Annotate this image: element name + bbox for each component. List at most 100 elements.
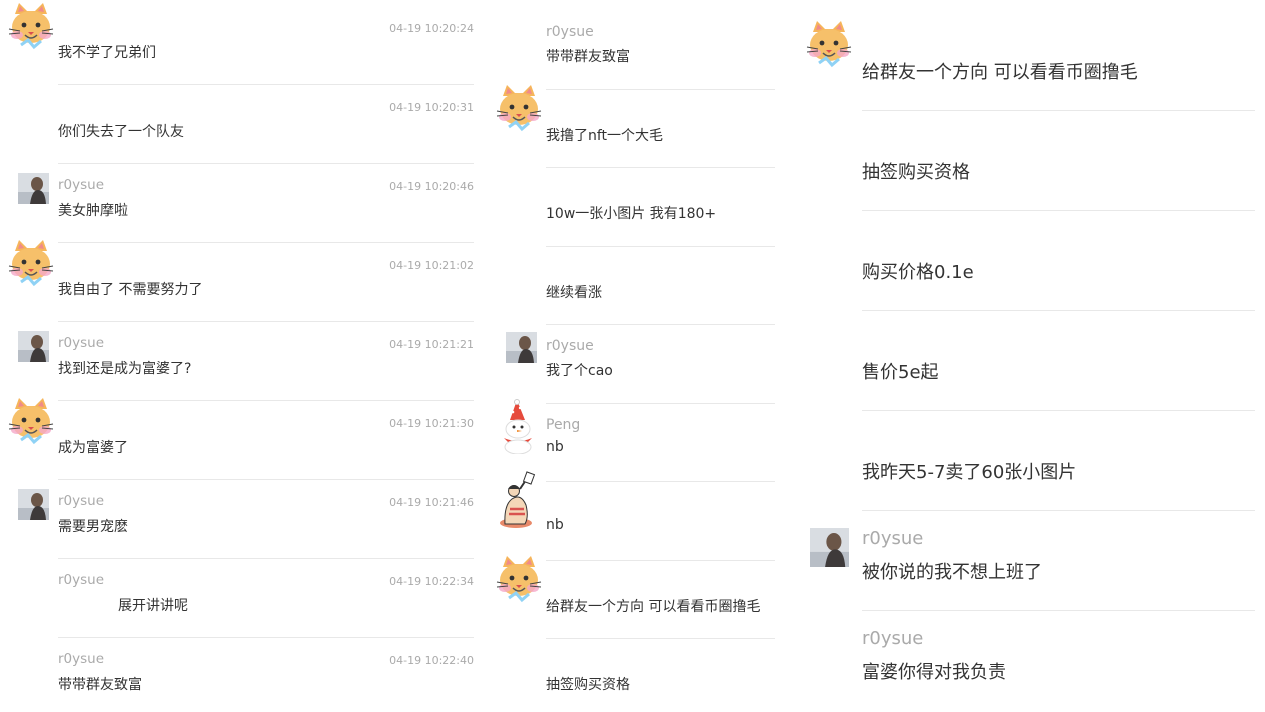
chat-message[interactable]: r0ysue 带带群友致富 <box>490 0 785 79</box>
message-text: 带带群友致富 <box>546 49 630 65</box>
cat-avatar[interactable] <box>6 239 56 289</box>
message-divider <box>862 110 1255 111</box>
sender-name: r0ysue <box>58 335 105 351</box>
message-divider <box>546 481 775 482</box>
message-divider <box>58 163 474 164</box>
chat-message[interactable]: 04-19 10:20:31 你们失去了一个队友 <box>0 81 484 160</box>
message-divider <box>58 558 474 559</box>
message-divider <box>862 510 1255 511</box>
cat-avatar[interactable] <box>6 2 56 52</box>
chat-message[interactable]: r0ysue 04-19 10:22:40 带带群友致富 <box>0 634 484 712</box>
cat-avatar[interactable] <box>494 84 544 134</box>
chat-message[interactable]: 04-19 10:21:30 成为富婆了 <box>0 397 484 476</box>
message-divider <box>546 324 775 325</box>
user-photo-avatar[interactable] <box>18 489 49 520</box>
message-text: 成为富婆了 <box>58 440 128 456</box>
message-text: 带带群友致富 <box>58 677 142 693</box>
message-text: 给群友一个方向 可以看看币圈撸毛 <box>546 598 761 615</box>
chat-message[interactable]: r0ysue 富婆你得对我负责 <box>800 600 1265 700</box>
message-text: 我了个cao <box>546 363 613 379</box>
chat-message[interactable]: 04-19 10:20:24 我不学了兄弟们 <box>0 2 484 81</box>
message-divider <box>58 321 474 322</box>
user-photo-avatar[interactable] <box>18 173 49 204</box>
sender-name: r0ysue <box>58 651 105 667</box>
chat-message[interactable]: r0ysue 04-19 10:21:46 需要男宠麽 <box>0 476 484 555</box>
message-text: 需要男宠麽 <box>58 519 128 535</box>
chat-message[interactable]: 抽签购买资格 <box>490 628 785 707</box>
message-text: 美女肿摩啦 <box>58 203 128 219</box>
user-photo-avatar[interactable] <box>506 332 537 363</box>
message-text: 被你说的我不想上班了 <box>862 562 1042 583</box>
message-divider <box>862 610 1255 611</box>
message-divider <box>546 559 775 561</box>
message-text: nb <box>546 438 564 455</box>
chat-message[interactable]: r0ysue 04-19 10:22:34 展开讲讲呢 <box>0 555 484 634</box>
chat-message[interactable]: r0ysue 我了个cao <box>490 314 785 393</box>
message-text: 售价5e起 <box>862 362 939 383</box>
message-text: 继续看涨 <box>546 284 602 301</box>
message-text: 富婆你得对我负责 <box>862 662 1006 683</box>
chat-message[interactable]: 04-19 10:21:02 我自由了 不需要努力了 <box>0 239 484 318</box>
message-text: nb <box>546 517 564 533</box>
chat-message[interactable]: r0ysue 04-19 10:20:46 美女肿摩啦 <box>0 160 484 239</box>
chat-column-3[interactable]: 给群友一个方向 可以看看币圈撸毛 抽签购买资格 购买价格0.1e 售价5e起我昨天5-… <box>800 0 1265 712</box>
message-timestamp: 04-19 10:20:46 <box>389 180 474 193</box>
cat-avatar[interactable] <box>6 397 56 447</box>
chat-message[interactable]: 给群友一个方向 可以看看币圈撸毛 <box>800 0 1265 100</box>
sender-name: r0ysue <box>862 528 924 549</box>
message-timestamp: 04-19 10:21:02 <box>389 259 474 272</box>
chat-message[interactable]: 10w一张小图片 我有180+ <box>490 157 785 236</box>
message-text: 购买价格0.1e <box>862 262 974 283</box>
chat-message[interactable]: r0ysue 04-19 10:21:21 找到还是成为富婆了? <box>0 318 484 397</box>
chat-message[interactable]: 我昨天5-7卖了60张小图片 <box>800 400 1265 500</box>
message-divider <box>862 310 1255 311</box>
snowman-avatar[interactable] <box>498 398 538 454</box>
message-text: 我自由了 不需要努力了 <box>58 282 203 298</box>
sender-name: r0ysue <box>546 24 594 40</box>
cat-avatar[interactable] <box>804 20 854 70</box>
user-photo-avatar[interactable] <box>18 331 49 362</box>
sender-name: Peng <box>546 416 581 433</box>
message-timestamp: 04-19 10:21:21 <box>389 338 474 351</box>
chat-message[interactable]: nb <box>490 471 785 550</box>
sender-name: r0ysue <box>862 628 924 649</box>
message-divider <box>546 638 775 639</box>
sketch-avatar[interactable] <box>496 471 536 529</box>
chat-message[interactable]: 继续看涨 <box>490 236 785 315</box>
message-text: 找到还是成为富婆了? <box>58 361 192 377</box>
message-timestamp: 04-19 10:20:31 <box>389 101 474 114</box>
message-text: 我撸了nft一个大毛 <box>546 127 664 144</box>
message-text: 抽签购买资格 <box>546 677 630 693</box>
chat-column-1[interactable]: 04-19 10:20:24 我不学了兄弟们 04-19 10:20:31 你们失去了… <box>0 0 484 712</box>
cat-avatar[interactable] <box>494 555 544 605</box>
message-text: 我昨天5-7卖了60张小图片 <box>862 462 1077 483</box>
sender-name: r0ysue <box>58 493 105 509</box>
message-text: 抽签购买资格 <box>862 162 970 183</box>
sender-name: r0ysue <box>546 338 594 354</box>
message-divider <box>58 84 474 85</box>
message-divider <box>862 410 1255 411</box>
message-divider <box>58 479 474 480</box>
message-divider <box>862 210 1255 211</box>
chat-message[interactable]: 售价5e起 <box>800 300 1265 400</box>
sender-name: r0ysue <box>58 177 105 193</box>
chat-message[interactable]: Peng nb <box>490 393 785 472</box>
chat-message[interactable]: 购买价格0.1e <box>800 200 1265 300</box>
chat-message[interactable]: 抽签购买资格 <box>800 100 1265 200</box>
message-text: 展开讲讲呢 <box>118 598 188 614</box>
chat-message[interactable]: 给群友一个方向 可以看看币圈撸毛 <box>490 550 785 629</box>
message-divider <box>58 242 474 243</box>
message-divider <box>58 400 474 401</box>
message-text: 我不学了兄弟们 <box>58 45 156 61</box>
message-text: 10w一张小图片 我有180+ <box>546 206 717 222</box>
message-timestamp: 04-19 10:21:30 <box>389 417 474 430</box>
chat-message[interactable]: r0ysue 被你说的我不想上班了 <box>800 500 1265 600</box>
message-timestamp: 04-19 10:22:34 <box>389 575 474 588</box>
sender-name: r0ysue <box>58 572 105 588</box>
message-text: 给群友一个方向 可以看看币圈撸毛 <box>862 62 1138 83</box>
message-divider <box>58 637 474 638</box>
chat-message[interactable]: 我撸了nft一个大毛 <box>490 79 785 158</box>
message-timestamp: 04-19 10:20:24 <box>389 22 474 35</box>
chat-column-2[interactable]: r0ysue 带带群友致富我撸了nft一个大毛 10w一张小图片 我有180+ 继续看… <box>490 0 785 712</box>
user-photo-avatar[interactable] <box>810 528 849 567</box>
